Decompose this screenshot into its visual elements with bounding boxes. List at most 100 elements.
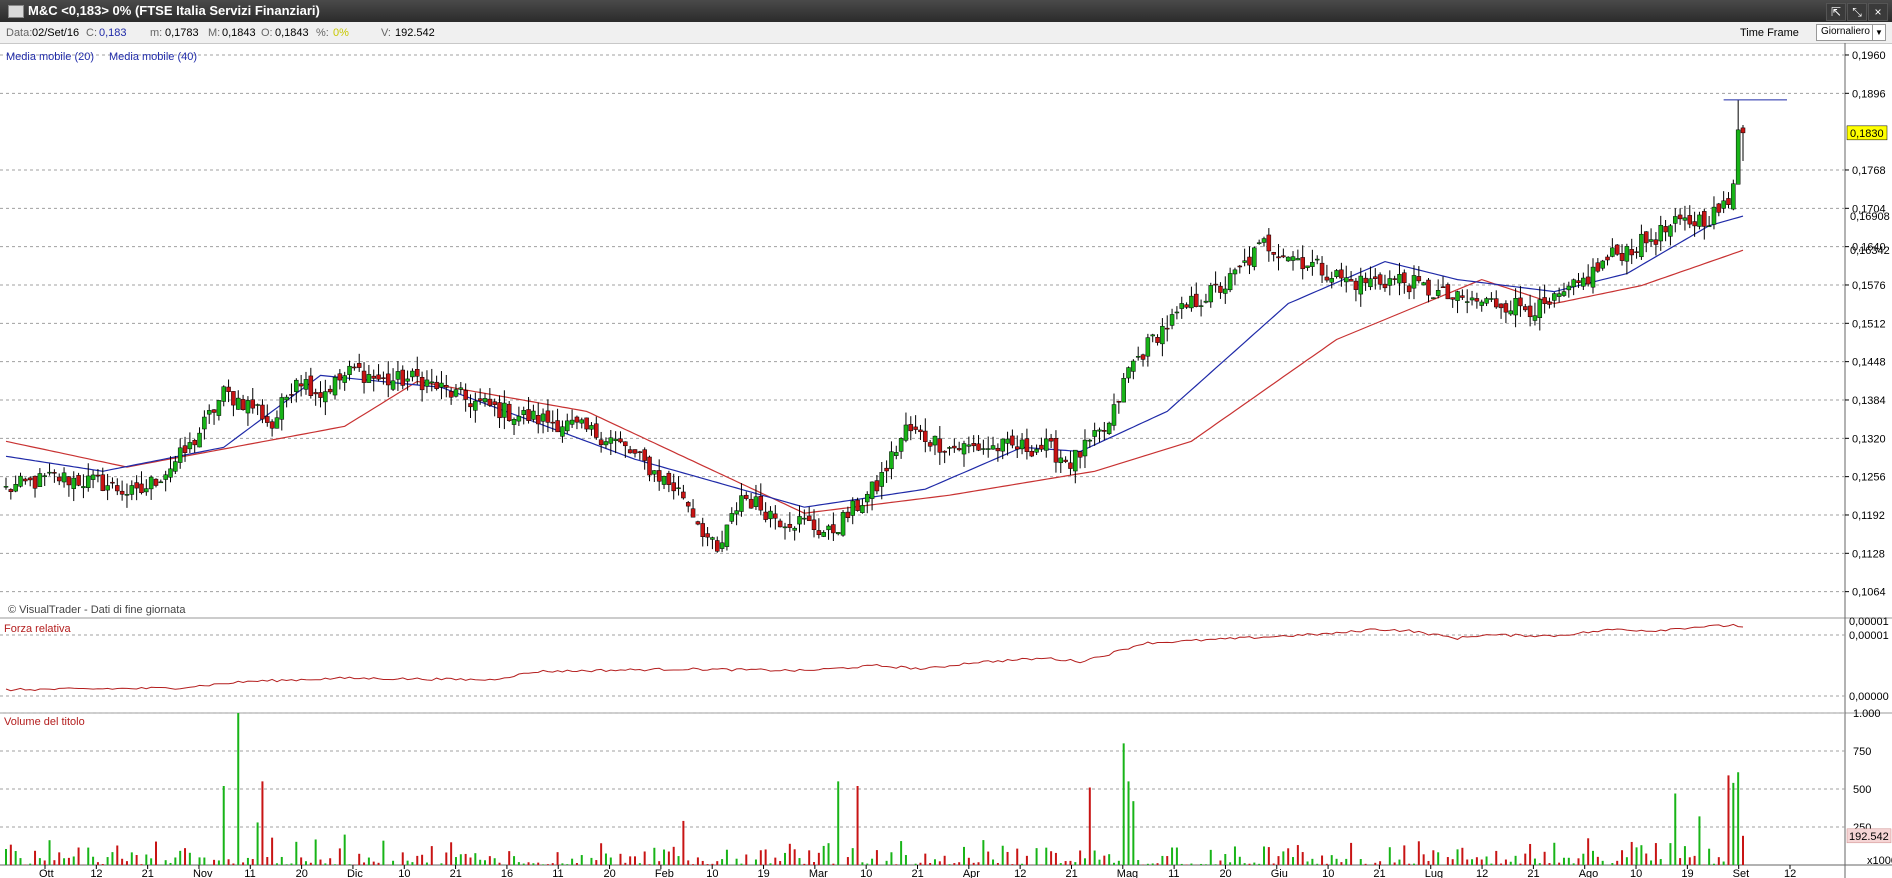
candle-body (1735, 129, 1741, 185)
candle-body (623, 441, 628, 447)
window-close-button[interactable]: × (1868, 3, 1888, 21)
candle-body (966, 444, 972, 447)
candle-body (1702, 211, 1707, 227)
candle-body (1445, 284, 1451, 300)
x-tick-label: 11 (552, 868, 563, 878)
candle-body (1643, 231, 1649, 244)
candle-body (1334, 270, 1339, 277)
candle-body (1000, 438, 1005, 452)
candle-body (1392, 278, 1397, 280)
x-tick-label: 20 (1219, 868, 1231, 878)
low-label: m: (150, 27, 163, 39)
info-bar: Data: 02/Set/16 C: 0,183 m: 0,1783 M: 0,… (0, 22, 1892, 44)
candle-body (90, 474, 96, 480)
candle-body (1116, 401, 1122, 403)
candle-body (95, 474, 101, 477)
candle-body (332, 377, 338, 396)
x-tick-label: 10 (1630, 868, 1642, 878)
candle-body (1237, 265, 1243, 268)
candle-body (434, 381, 439, 389)
candle-body (840, 512, 846, 536)
candle-body (463, 390, 468, 400)
candle-body (255, 404, 260, 406)
x-tick-label: Mag (1117, 868, 1138, 878)
relative-strength (5, 623, 1744, 692)
candle-body (874, 480, 880, 492)
close-label: C: (86, 27, 97, 39)
candle-body (821, 532, 826, 537)
ma40-line (5, 249, 1744, 514)
window-dock-button[interactable]: ⇱ (1826, 3, 1846, 21)
candle-body (1663, 226, 1668, 233)
volume-tick-label: 750 (1853, 746, 1871, 758)
candle-body (27, 477, 33, 481)
candle-body (603, 441, 609, 446)
candle-body (395, 371, 401, 380)
candle-body (173, 461, 178, 472)
candle-body (327, 388, 333, 393)
candle-body (71, 477, 76, 489)
candle-body (656, 470, 662, 482)
candle-body (826, 525, 831, 531)
candle-body (1073, 449, 1078, 472)
candle-body (56, 476, 62, 482)
candle-body (260, 404, 265, 420)
candle-body (1363, 277, 1368, 284)
candle-body (1387, 278, 1393, 286)
y-tick-label: 0,1960 (1852, 50, 1886, 62)
candle-body (1358, 275, 1364, 295)
candle-body (1310, 261, 1315, 267)
candle-body (86, 475, 91, 488)
candle-body (376, 374, 381, 380)
moving-averages (5, 215, 1744, 514)
x-tick-label: 12 (90, 868, 102, 878)
candle-body (681, 491, 686, 499)
candle-body (715, 540, 720, 552)
candle-body (739, 495, 744, 512)
candle-body (1431, 297, 1436, 299)
candle-body (448, 391, 454, 398)
candle-body (347, 365, 352, 375)
x-tick-label: 21 (142, 868, 154, 878)
chart-area[interactable]: 0,19600,18960,17680,17040,16400,15760,15… (0, 43, 1892, 878)
timeframe-select[interactable]: Giornaliero ▼ (1816, 24, 1886, 41)
candle-body (952, 445, 957, 449)
candle-body (1726, 198, 1731, 205)
candle-body (1019, 439, 1025, 450)
x-tick-label: Apr (963, 868, 980, 878)
candle-body (594, 423, 599, 438)
candle-body (1218, 285, 1223, 293)
candle-body (748, 498, 754, 509)
candle-body (574, 416, 580, 423)
candle-body (1677, 214, 1683, 220)
candle-body (676, 487, 681, 490)
open-label: O: (261, 27, 273, 39)
candle-body (1194, 293, 1199, 307)
candle-body (231, 391, 236, 406)
window-titlebar[interactable]: M&C <0,183> 0% (FTSE Italia Servizi Fina… (0, 0, 1892, 22)
candle-body (1121, 377, 1126, 403)
candle-body (18, 475, 23, 487)
credit-text: © VisualTrader - Dati di fine giornata (8, 604, 186, 616)
candle-body (1373, 276, 1378, 279)
x-tick-label: 10 (398, 868, 410, 878)
candle-body (990, 445, 996, 450)
candle-body (1285, 256, 1291, 262)
candle-body (313, 392, 318, 395)
candle-body (1184, 304, 1189, 308)
candle-body (1421, 282, 1426, 286)
chevron-down-icon[interactable]: ▼ (1872, 25, 1885, 40)
candle-body (1339, 269, 1344, 279)
candle-body (1571, 279, 1576, 288)
window-resize-button[interactable]: ⤡ (1847, 3, 1867, 21)
x-tick-label: 20 (604, 868, 616, 878)
candle-body (1024, 438, 1030, 452)
high-value: 0,1843 (222, 27, 256, 39)
candle-body (1368, 278, 1373, 288)
candle-body (976, 443, 981, 451)
candle-body (647, 456, 652, 476)
candle-body (1169, 314, 1175, 326)
candle-body (947, 447, 952, 449)
labels: 0,1830 0,16908 0,16342 Media mobile (20) Med… (4, 51, 1892, 867)
candle-body (1610, 247, 1615, 257)
